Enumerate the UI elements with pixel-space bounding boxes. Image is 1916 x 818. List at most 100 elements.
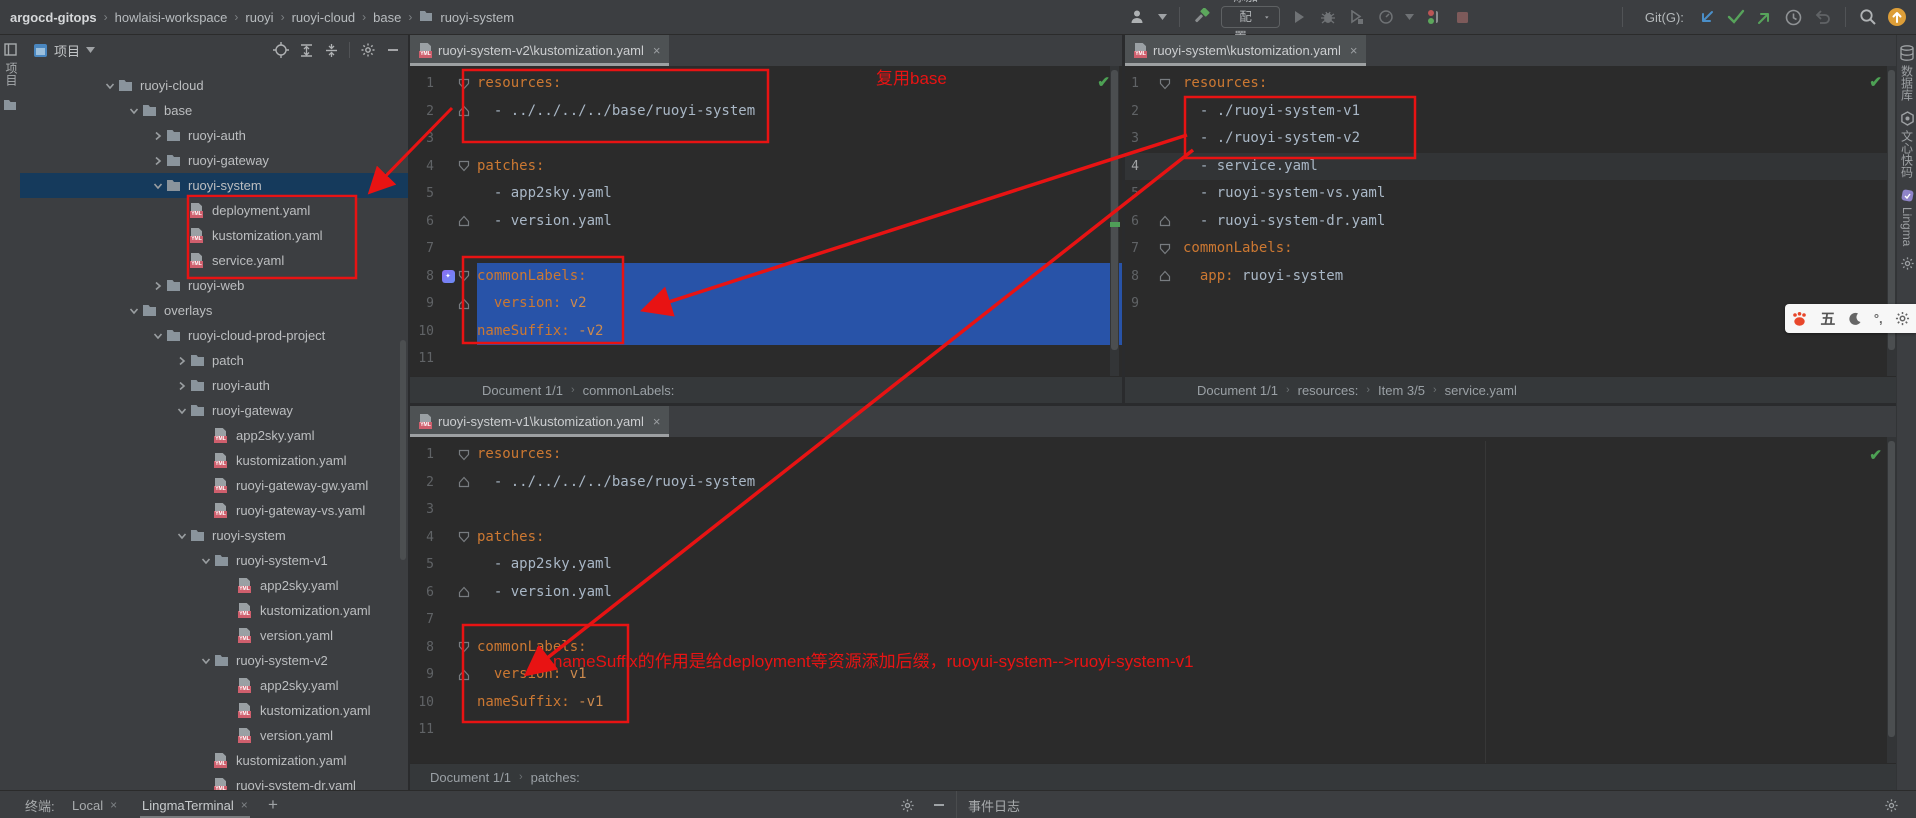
tree-item-patch[interactable]: patch xyxy=(20,348,408,373)
ime-punctuation-label[interactable]: °, xyxy=(1874,311,1883,326)
expand-all-icon[interactable] xyxy=(299,43,314,58)
tree-item-ruoyi-gateway-vs.yaml[interactable]: YMLruoyi-gateway-vs.yaml xyxy=(20,498,408,523)
tree-item-ruoyi-system-v2[interactable]: ruoyi-system-v2 xyxy=(20,648,408,673)
stripe-settings-button[interactable] xyxy=(1897,256,1916,271)
project-panel-title[interactable]: 项目 xyxy=(54,41,80,60)
editor-breadcrumb-item[interactable]: service.yaml xyxy=(1445,383,1517,398)
tree-item-base[interactable]: base xyxy=(20,98,408,123)
project-tree-scrollbar[interactable] xyxy=(400,340,406,560)
breadcrumb-item[interactable]: base xyxy=(373,10,401,25)
tree-item-version.yaml[interactable]: YMLversion.yaml xyxy=(20,723,408,748)
build-hammer-icon[interactable] xyxy=(1192,7,1212,27)
tree-item-kustomization.yaml[interactable]: YMLkustomization.yaml xyxy=(20,698,408,723)
tree-item-ruoyi-auth[interactable]: ruoyi-auth xyxy=(20,123,408,148)
tree-item-ruoyi-cloud[interactable]: ruoyi-cloud xyxy=(20,73,408,98)
chevron-right-icon[interactable] xyxy=(174,381,190,391)
tree-item-ruoyi-system-v1[interactable]: ruoyi-system-v1 xyxy=(20,548,408,573)
tree-item-service.yaml[interactable]: YMLservice.yaml xyxy=(20,248,408,273)
search-everywhere-icon[interactable] xyxy=(1858,7,1878,27)
stop-icon[interactable] xyxy=(1453,7,1473,27)
breadcrumb-item[interactable]: ruoyi-cloud xyxy=(292,10,356,25)
folder-stripe-icon[interactable] xyxy=(3,99,17,111)
editor-breadcrumb-item[interactable]: commonLabels: xyxy=(583,383,675,398)
editor-breadcrumb-item[interactable]: patches: xyxy=(531,770,580,785)
tree-item-ruoyi-system[interactable]: ruoyi-system xyxy=(20,173,408,198)
tree-item-ruoyi-cloud-prod-project[interactable]: ruoyi-cloud-prod-project xyxy=(20,323,408,348)
git-push-icon[interactable] xyxy=(1755,7,1775,27)
locate-file-icon[interactable] xyxy=(273,42,289,58)
tree-item-ruoyi-gateway-gw.yaml[interactable]: YMLruoyi-gateway-gw.yaml xyxy=(20,473,408,498)
debug-icon[interactable] xyxy=(1318,7,1338,27)
git-update-icon[interactable] xyxy=(1697,7,1717,27)
user-dropdown-chevron-icon[interactable] xyxy=(1157,7,1167,27)
terminal-tab-local[interactable]: Local× xyxy=(68,791,121,818)
chevron-down-icon[interactable] xyxy=(126,306,142,316)
tree-item-ruoyi-gateway[interactable]: ruoyi-gateway xyxy=(20,398,408,423)
bottom-settings-gear-icon[interactable] xyxy=(1884,791,1899,818)
fold-marker-open[interactable] xyxy=(458,449,477,461)
close-tab-icon[interactable]: × xyxy=(653,414,661,429)
fold-marker-close[interactable] xyxy=(458,669,477,681)
panel-settings-gear-icon[interactable] xyxy=(360,42,376,58)
fold-marker-close[interactable] xyxy=(1159,215,1183,227)
chevron-down-icon[interactable] xyxy=(198,656,214,666)
fold-marker-close[interactable] xyxy=(458,105,477,117)
ime-moon-icon[interactable] xyxy=(1848,312,1862,326)
editor3-code[interactable]: 1resources:2 - ../../../../base/ruoyi-sy… xyxy=(410,441,1896,744)
editor1-code[interactable]: 1resources:2 - ../../../../base/ruoyi-sy… xyxy=(410,70,1122,373)
tree-item-ruoyi-system-dr.yaml[interactable]: YMLruoyi-system-dr.yaml xyxy=(20,773,408,790)
fold-marker-open[interactable] xyxy=(458,78,477,90)
breadcrumb-item[interactable]: argocd-gitops xyxy=(10,10,97,25)
chevron-right-icon[interactable] xyxy=(174,356,190,366)
tree-item-app2sky.yaml[interactable]: YMLapp2sky.yaml xyxy=(20,573,408,598)
editor-breadcrumb-item[interactable]: Document 1/1 xyxy=(430,770,511,785)
minimize-panel-icon[interactable] xyxy=(932,791,946,818)
terminal-label[interactable]: 终端: xyxy=(25,791,55,818)
fold-marker-open[interactable] xyxy=(1159,78,1183,90)
fold-marker-close[interactable] xyxy=(458,215,477,227)
close-tab-icon[interactable]: × xyxy=(110,798,117,812)
inspection-ok-icon[interactable]: ✔ xyxy=(1097,73,1110,91)
fold-marker-open[interactable] xyxy=(458,160,477,172)
chevron-right-icon[interactable] xyxy=(150,131,166,141)
chevron-down-icon[interactable] xyxy=(174,531,190,541)
fold-marker-close[interactable] xyxy=(458,298,477,310)
add-configuration-button[interactable]: 添加配置... xyxy=(1221,6,1280,28)
terminal-tab-lingma[interactable]: LingmaTerminal× xyxy=(138,791,252,818)
editor3-scrollbar[interactable] xyxy=(1887,437,1896,764)
collapse-all-icon[interactable] xyxy=(324,43,339,58)
fold-marker-open[interactable] xyxy=(1159,243,1183,255)
profiler-dropdown-chevron-icon[interactable] xyxy=(1405,7,1415,27)
database-toolwindow-button[interactable]: 数据库 xyxy=(1897,45,1916,101)
fold-marker-open[interactable] xyxy=(458,270,477,282)
inspection-ok-icon[interactable]: ✔ xyxy=(1869,73,1882,91)
lingma-toolwindow-button[interactable]: Lingma xyxy=(1897,188,1916,246)
ime-settings-gear-icon[interactable] xyxy=(1895,311,1910,326)
editor-breadcrumb-item[interactable]: Document 1/1 xyxy=(1197,383,1278,398)
close-tab-icon[interactable]: × xyxy=(241,798,248,812)
chevron-down-icon[interactable] xyxy=(126,106,142,116)
profiler-icon[interactable] xyxy=(1376,7,1396,27)
tree-item-app2sky.yaml[interactable]: YMLapp2sky.yaml xyxy=(20,673,408,698)
chevron-right-icon[interactable] xyxy=(150,281,166,291)
tree-item-kustomization.yaml[interactable]: YMLkustomization.yaml xyxy=(20,223,408,248)
breadcrumb-item[interactable]: howlaisi-workspace xyxy=(115,10,228,25)
run-with-coverage-icon[interactable] xyxy=(1347,7,1367,27)
project-view-chevron-icon[interactable] xyxy=(86,47,95,53)
chevron-right-icon[interactable] xyxy=(150,156,166,166)
fold-marker-close[interactable] xyxy=(458,586,477,598)
chevron-down-icon[interactable] xyxy=(198,556,214,566)
tree-item-kustomization.yaml[interactable]: YMLkustomization.yaml xyxy=(20,748,408,773)
hide-panel-icon[interactable] xyxy=(386,43,400,57)
lingma-ai-icon[interactable]: ✦ xyxy=(438,270,458,283)
terminal-settings-gear-icon[interactable] xyxy=(900,791,915,818)
fold-marker-close[interactable] xyxy=(1159,270,1183,282)
inspection-ok-icon[interactable]: ✔ xyxy=(1869,446,1882,464)
new-terminal-tab-button[interactable]: + xyxy=(268,791,278,818)
editor-breadcrumb-item[interactable]: Item 3/5 xyxy=(1378,383,1425,398)
breadcrumb-item[interactable]: ruoyi xyxy=(245,10,273,25)
chevron-down-icon[interactable] xyxy=(174,406,190,416)
fold-marker-open[interactable] xyxy=(458,641,477,653)
run-icon[interactable] xyxy=(1289,7,1309,27)
tree-item-ruoyi-gateway[interactable]: ruoyi-gateway xyxy=(20,148,408,173)
